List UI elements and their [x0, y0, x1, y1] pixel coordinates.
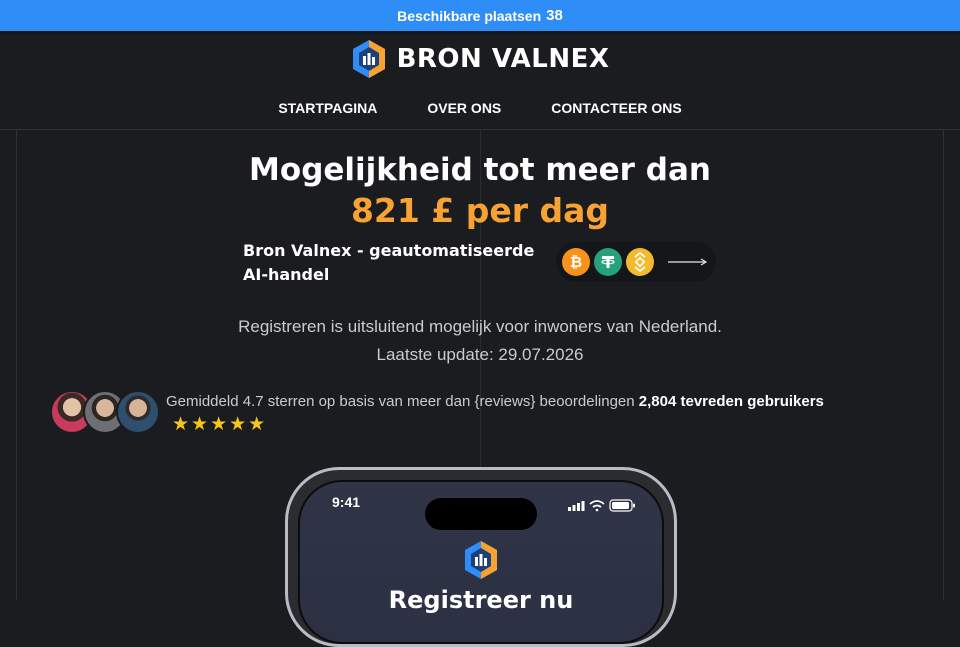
arrow-right-icon [668, 258, 708, 266]
star-rating: ★★★★★ [172, 414, 268, 435]
hero-title: Mogelijkheid tot meer dan [249, 152, 711, 188]
available-spots-label: Beschikbare plaatsen [397, 7, 542, 24]
nav-item-home[interactable]: STARTPAGINA [278, 100, 377, 128]
reviews-text: Gemiddeld 4.7 sterren op basis van meer … [166, 393, 635, 410]
site-logo[interactable]: BRON VALNEX [0, 38, 960, 80]
header-shadow [0, 31, 960, 37]
bitcoin-icon: ₿ [562, 248, 590, 276]
hero-amount: 821 £ per dag [350, 191, 610, 230]
tether-icon [594, 248, 622, 276]
satisfied-users: 2,804 tevreden gebruikers [638, 393, 824, 410]
hero-subtitle: Bron Valnex - geautomatiseerde AI-handel [243, 241, 535, 284]
logo-icon [465, 541, 497, 579]
main-nav: STARTPAGINA OVER ONS CONTACTEER ONS [0, 100, 960, 128]
phone-mockup: 9:41 Registreer nu [285, 467, 677, 647]
svg-text:₿: ₿ [570, 253, 582, 271]
available-spots-count: 38 [546, 7, 563, 24]
phone-status-time: 9:41 [332, 494, 361, 510]
user-avatars [50, 390, 160, 434]
nav-item-contact[interactable]: CONTACTEER ONS [551, 100, 681, 128]
reviews-summary: Gemiddeld 4.7 sterren op basis van meer … [166, 393, 936, 410]
last-update: Laatste update: 29.07.2026 [376, 345, 584, 364]
crypto-badges: ₿ [556, 242, 716, 282]
residency-notice: Registreren is uitsluitend mogelijk voor… [238, 317, 722, 336]
phone-status-icons [568, 499, 635, 512]
avatar [116, 390, 160, 434]
binance-icon [626, 248, 654, 276]
register-heading: Registreer nu [388, 586, 574, 614]
brand-name: BRON VALNEX [396, 44, 610, 74]
logo-icon [352, 40, 385, 78]
available-spots-bar: Beschikbare plaatsen 38 [0, 0, 960, 31]
dynamic-island [425, 498, 537, 530]
nav-item-about[interactable]: OVER ONS [427, 100, 501, 128]
